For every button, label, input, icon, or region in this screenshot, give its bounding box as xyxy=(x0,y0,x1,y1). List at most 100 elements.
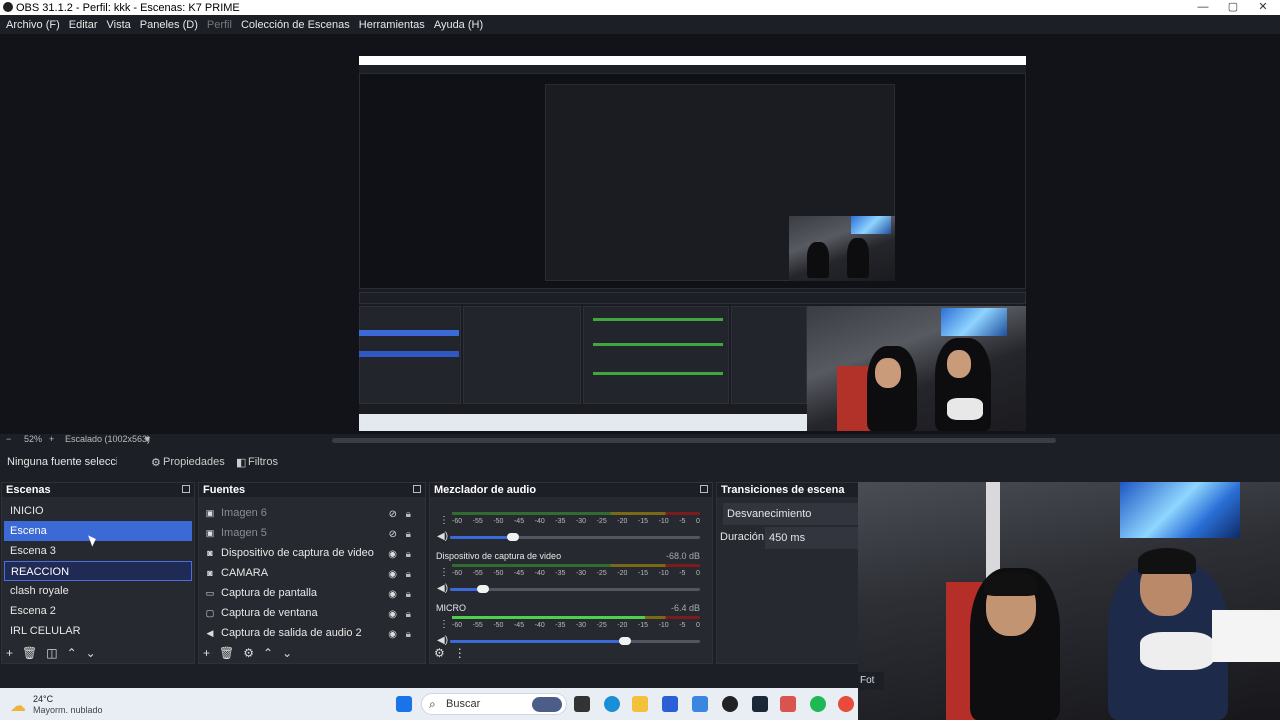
menu-paneles[interactable]: Paneles (D) xyxy=(140,19,198,31)
meter-tick-label: -5 xyxy=(679,570,686,577)
scene-item[interactable]: IRL CELULAR xyxy=(4,621,192,641)
edge-icon[interactable] xyxy=(604,696,620,712)
steam-icon[interactable] xyxy=(752,696,768,712)
sources-title: Fuentes xyxy=(203,484,246,496)
mixer-channel: ⋮ -60 -55 -50 -45 -40 -35 -30 -25 -20 -15 -10 -5 0 ◀) xyxy=(430,497,712,549)
task-view-icon[interactable] xyxy=(574,696,590,712)
weather-desc[interactable]: Mayorm. nublado xyxy=(33,705,103,715)
channel-menu-icon[interactable]: ⋮ xyxy=(439,567,449,578)
spotify-icon[interactable] xyxy=(810,696,826,712)
filters-button[interactable]: Filtros xyxy=(248,456,278,468)
menu-editar[interactable]: Editar xyxy=(69,19,98,31)
eye-icon[interactable]: ◉ xyxy=(388,585,397,605)
file-explorer-icon[interactable] xyxy=(632,696,648,712)
duration-input[interactable]: 450 ms xyxy=(765,527,861,549)
zoom-in-button[interactable]: + xyxy=(49,434,54,444)
source-row[interactable]: ▭ Captura de pantalla ◉ 🔒︎ xyxy=(199,583,425,603)
mixer-menu-icon[interactable]: ⋮ xyxy=(454,646,466,660)
speaker-icon[interactable]: ◀) xyxy=(437,583,448,594)
lock-icon[interactable]: 🔒︎ xyxy=(406,565,411,585)
menu-coleccion-escenas[interactable]: Colección de Escenas xyxy=(241,19,350,31)
meter-tick-label: -55 xyxy=(472,518,483,525)
store-icon[interactable] xyxy=(662,696,678,712)
eye-icon[interactable]: ◉ xyxy=(388,625,397,645)
scene-item[interactable]: clash royale xyxy=(4,581,192,601)
mixer-toolbar: ⚙ ⋮ xyxy=(434,645,466,661)
properties-button[interactable]: Propiedades xyxy=(163,456,225,468)
scene-item-selected[interactable]: Escena xyxy=(4,521,192,541)
chevron-down-icon[interactable]: ▼ xyxy=(143,434,152,444)
undock-icon[interactable] xyxy=(182,485,190,493)
source-row[interactable]: ▣ Imagen 5 ⊘ 🔒︎ xyxy=(199,523,425,543)
speaker-icon[interactable]: ◀) xyxy=(437,531,448,542)
move-up-icon[interactable]: ⌃ xyxy=(263,646,273,660)
chrome-icon[interactable] xyxy=(838,696,854,712)
menu-herramientas[interactable]: Herramientas xyxy=(359,19,425,31)
taskbar-search[interactable]: ⌕ Buscar xyxy=(421,693,567,715)
gear-icon[interactable]: ⚙ xyxy=(243,646,254,660)
move-down-icon[interactable]: ⌄ xyxy=(86,646,96,660)
undock-icon[interactable] xyxy=(700,485,708,493)
eye-hidden-icon[interactable]: ⊘ xyxy=(389,525,397,545)
eye-icon[interactable]: ◉ xyxy=(388,565,397,585)
meter-tick-label: -5 xyxy=(679,518,686,525)
lock-icon[interactable]: 🔒︎ xyxy=(406,525,411,545)
mixer-settings-icon[interactable]: ⚙ xyxy=(434,646,445,660)
source-row[interactable]: ▢ Captura de ventana ◉ 🔒︎ xyxy=(199,603,425,623)
transition-select[interactable]: Desvanecimiento xyxy=(723,503,861,525)
lock-icon[interactable]: 🔒︎ xyxy=(406,625,411,645)
scene-item-outlined[interactable]: REACCION xyxy=(4,561,192,581)
minimize-button[interactable]: — xyxy=(1188,0,1218,15)
eye-icon[interactable]: ◉ xyxy=(388,605,397,625)
nested-sources-dock xyxy=(463,306,581,404)
menu-ayuda[interactable]: Ayuda (H) xyxy=(434,19,483,31)
source-row[interactable]: ◀ Captura de salida de audio 2 ◉ 🔒︎ xyxy=(199,623,425,643)
menu-archivo[interactable]: Archivo (F) xyxy=(6,19,60,31)
menu-vista[interactable]: Vista xyxy=(107,19,131,31)
add-scene-button[interactable]: + xyxy=(6,646,13,660)
move-down-icon[interactable]: ⌄ xyxy=(282,646,292,660)
channel-menu-icon[interactable]: ⋮ xyxy=(439,515,449,526)
eye-hidden-icon[interactable]: ⊘ xyxy=(389,505,397,525)
source-row[interactable]: ▣ Imagen 6 ⊘ 🔒︎ xyxy=(199,503,425,523)
lock-icon[interactable]: 🔒︎ xyxy=(406,545,411,565)
zoom-out-button[interactable]: − xyxy=(6,434,11,444)
window-titlebar: OBS 31.1.2 - Perfil: kkk - Escenas: K7 P… xyxy=(0,0,1280,15)
program-preview-canvas[interactable] xyxy=(359,56,1026,431)
lock-icon[interactable]: 🔒︎ xyxy=(406,585,411,605)
obs-icon[interactable] xyxy=(722,696,738,712)
scenes-title: Escenas xyxy=(6,484,51,496)
source-name: Imagen 5 xyxy=(221,527,267,539)
source-row[interactable]: ◙ Dispositivo de captura de video ◉ 🔒︎ xyxy=(199,543,425,563)
nested-menubar xyxy=(359,65,1026,73)
trash-icon[interactable]: 🗑 xyxy=(219,646,234,660)
app-icon[interactable] xyxy=(780,696,796,712)
meter-tick-label: -25 xyxy=(596,518,607,525)
window-icon: ▢ xyxy=(205,608,215,618)
scene-item[interactable]: Escena 2 xyxy=(4,601,192,621)
undock-icon[interactable] xyxy=(413,485,421,493)
audio-mixer-dock: Mezclador de audio ⋮ -60 -55 -50 -45 -40 -35 -3… xyxy=(429,482,713,664)
scale-select[interactable]: Escalado (1002x563) xyxy=(65,434,150,444)
weather-temp[interactable]: 24°C xyxy=(33,694,53,704)
menu-perfil[interactable]: Perfil xyxy=(207,19,232,31)
move-up-icon[interactable]: ⌃ xyxy=(67,646,77,660)
search-icon: ⌕ xyxy=(429,697,436,711)
trash-icon[interactable]: 🗑 xyxy=(22,646,37,660)
volume-slider[interactable] xyxy=(450,585,700,593)
vscode-icon[interactable] xyxy=(692,696,708,712)
windows-start-icon[interactable] xyxy=(396,696,412,712)
source-row[interactable]: ◙ CAMARA ◉ 🔒︎ xyxy=(199,563,425,583)
volume-slider[interactable] xyxy=(450,533,700,541)
scene-item[interactable]: INICIO xyxy=(4,501,192,521)
horizontal-scrollbar[interactable] xyxy=(332,438,1056,443)
channel-menu-icon[interactable]: ⋮ xyxy=(439,619,449,630)
scene-filters-icon[interactable]: ◫ xyxy=(46,646,57,660)
close-button[interactable]: ✕ xyxy=(1248,0,1278,15)
volume-slider[interactable] xyxy=(450,637,700,645)
maximize-button[interactable]: ▢ xyxy=(1218,0,1248,15)
eye-icon[interactable]: ◉ xyxy=(388,545,397,565)
lock-icon[interactable]: 🔒︎ xyxy=(406,605,411,625)
lock-icon[interactable]: 🔒︎ xyxy=(406,505,411,525)
add-source-button[interactable]: + xyxy=(203,646,210,660)
